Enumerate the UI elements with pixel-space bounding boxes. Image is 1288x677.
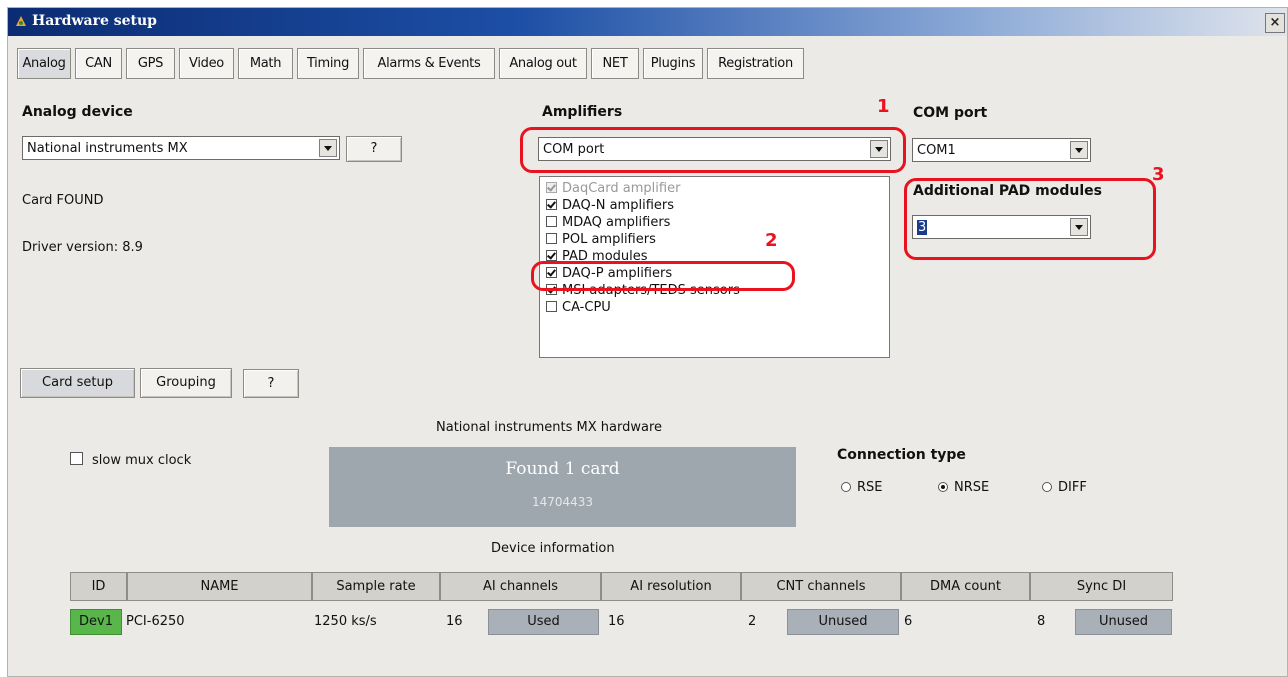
checkbox-icon[interactable]: [70, 452, 83, 465]
card-setup-help-button[interactable]: ?: [243, 369, 299, 398]
ai-resolution-cell: 16: [608, 614, 625, 629]
amplifier-item-label: DAQ-N amplifiers: [562, 198, 674, 213]
analog-device-help-button[interactable]: ?: [346, 136, 402, 162]
com-port-select[interactable]: COM1: [912, 138, 1091, 162]
tab-can[interactable]: CAN: [75, 48, 122, 79]
card-status: Card FOUND: [22, 193, 104, 208]
device-name-cell: PCI-6250: [126, 614, 185, 629]
tab-analog-out[interactable]: Analog out: [499, 48, 587, 79]
column-header-sample-rate[interactable]: Sample rate: [312, 572, 440, 601]
annotation-box-3: [904, 178, 1156, 260]
ai-used-button[interactable]: Used: [488, 609, 599, 635]
com-port-value: COM1: [917, 143, 956, 158]
tab-net[interactable]: NET: [591, 48, 639, 79]
hardware-title: National instruments MX hardware: [436, 420, 662, 435]
amplifier-item-label: POL amplifiers: [562, 232, 656, 247]
analog-device-label: Analog device: [22, 104, 133, 120]
amplifier-item-label: MDAQ amplifiers: [562, 215, 671, 230]
annotation-number-2: 2: [765, 230, 778, 251]
app-icon: [16, 16, 26, 26]
annotation-box-2: [531, 261, 795, 291]
title-bar[interactable]: Hardware setup: [8, 8, 1287, 36]
tab-analog[interactable]: Analog: [17, 48, 71, 79]
cnt-channels-cell: 2: [748, 614, 757, 629]
window-title: Hardware setup: [32, 13, 157, 29]
sample-rate-cell: 1250 ks/s: [314, 614, 377, 629]
annotation-box-1: [520, 127, 906, 173]
radio-icon[interactable]: [1042, 482, 1052, 492]
close-icon[interactable]: ×: [1265, 13, 1285, 33]
found-card-text: Found 1 card: [505, 459, 620, 479]
grouping-button[interactable]: Grouping: [140, 368, 232, 398]
checkbox-icon[interactable]: [546, 250, 557, 261]
amplifier-item-label: DaqCard amplifier: [562, 181, 681, 196]
amplifier-item-daqcard: DaqCard amplifier: [546, 180, 680, 197]
slow-mux-clock-label: slow mux clock: [92, 453, 192, 468]
amplifiers-label: Amplifiers: [542, 104, 623, 120]
dma-count-cell: 6: [904, 614, 913, 629]
ai-channels-cell: 16: [446, 614, 463, 629]
tab-timing[interactable]: Timing: [297, 48, 359, 79]
analog-device-select[interactable]: National instruments MX: [22, 136, 340, 160]
column-header-dma-count[interactable]: DMA count: [901, 572, 1030, 601]
radio-rse[interactable]: RSE: [841, 480, 883, 495]
tab-registration[interactable]: Registration: [707, 48, 804, 79]
radio-diff-label: DIFF: [1058, 480, 1087, 495]
amplifier-item-pol[interactable]: POL amplifiers: [546, 231, 656, 248]
column-header-ai-channels[interactable]: AI channels: [440, 572, 601, 601]
tab-alarms-events[interactable]: Alarms & Events: [363, 48, 495, 79]
checkbox-icon[interactable]: [546, 199, 557, 210]
amplifier-item-label: CA-CPU: [562, 300, 611, 315]
annotation-number-3: 3: [1152, 164, 1165, 185]
radio-nrse[interactable]: NRSE: [938, 480, 989, 495]
analog-device-value: National instruments MX: [27, 141, 188, 156]
radio-icon[interactable]: [841, 482, 851, 492]
device-id-cell[interactable]: Dev1: [70, 609, 122, 635]
radio-nrse-label: NRSE: [954, 480, 990, 495]
radio-icon[interactable]: [938, 482, 948, 492]
column-header-ai-resolution[interactable]: AI resolution: [601, 572, 741, 601]
card-setup-button[interactable]: Card setup: [20, 368, 135, 398]
column-header-id[interactable]: ID: [70, 572, 127, 601]
sync-di-cell: 8: [1037, 614, 1046, 629]
slow-mux-clock-option[interactable]: slow mux clock: [70, 452, 191, 468]
chevron-down-icon[interactable]: [319, 139, 337, 157]
column-header-sync-di[interactable]: Sync DI: [1030, 572, 1173, 601]
device-information-title: Device information: [491, 541, 615, 556]
tab-gps[interactable]: GPS: [126, 48, 175, 79]
tab-video[interactable]: Video: [179, 48, 234, 79]
annotation-number-1: 1: [877, 96, 890, 117]
chevron-down-icon[interactable]: [1070, 141, 1088, 159]
tab-math[interactable]: Math: [238, 48, 293, 79]
radio-diff[interactable]: DIFF: [1042, 480, 1087, 495]
checkbox-icon[interactable]: [546, 233, 557, 244]
amplifier-item-daq-n[interactable]: DAQ-N amplifiers: [546, 197, 674, 214]
found-card-panel: Found 1 card 14704433: [329, 447, 796, 527]
card-serial: 14704433: [531, 495, 594, 509]
checkbox-icon: [546, 182, 557, 193]
connection-type-label: Connection type: [837, 447, 966, 463]
tab-plugins[interactable]: Plugins: [643, 48, 703, 79]
radio-rse-label: RSE: [857, 480, 883, 495]
column-header-name[interactable]: NAME: [127, 572, 312, 601]
com-port-label: COM port: [913, 105, 988, 121]
driver-version: Driver version: 8.9: [22, 240, 143, 255]
column-header-cnt-channels[interactable]: CNT channels: [741, 572, 901, 601]
checkbox-icon[interactable]: [546, 216, 557, 227]
checkbox-icon[interactable]: [546, 301, 557, 312]
sync-unused-button[interactable]: Unused: [1075, 609, 1172, 635]
amplifier-item-ca-cpu[interactable]: CA-CPU: [546, 299, 611, 316]
cnt-unused-button[interactable]: Unused: [787, 609, 899, 635]
amplifier-item-mdaq[interactable]: MDAQ amplifiers: [546, 214, 670, 231]
